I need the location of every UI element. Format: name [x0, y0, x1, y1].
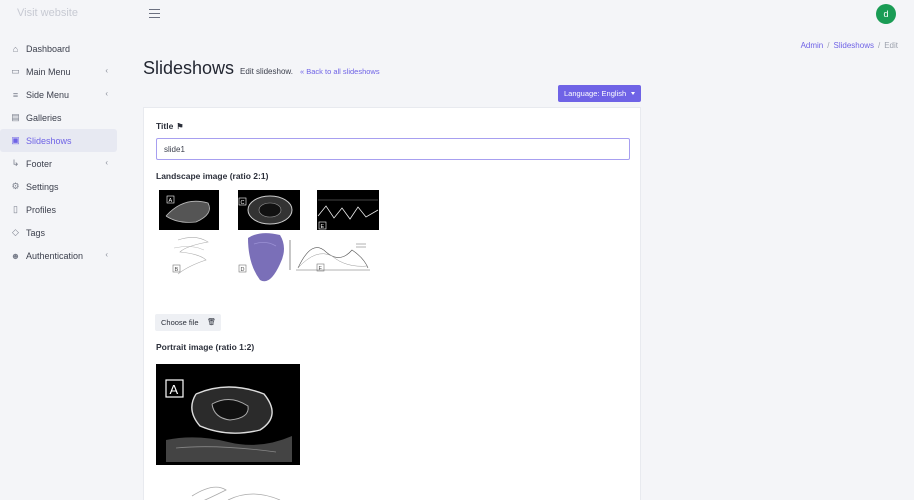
landscape-image-label: Landscape image (ratio 2:1) [156, 171, 269, 181]
sidebar-item-label: Side Menu [26, 89, 70, 100]
sidebar-item-main-menu[interactable]: ▭ Main Menu ‹ [0, 60, 117, 83]
svg-text:A: A [169, 198, 173, 204]
page-heading: Slideshows Edit slideshow. « Back to all… [143, 58, 380, 79]
flag-icon: ⚑ [176, 122, 184, 131]
breadcrumb-current: Edit [884, 41, 898, 50]
sidebar-item-label: Authentication [26, 250, 84, 261]
choose-file-label: Choose file [161, 318, 199, 327]
language-label: Language: English [564, 89, 627, 98]
svg-text:E: E [321, 224, 325, 230]
svg-text:A: A [170, 382, 179, 397]
sidebar-item-slideshows[interactable]: ▣ Slideshows [0, 129, 117, 152]
gear-icon: ⚙ [11, 181, 20, 191]
sidebar-item-galleries[interactable]: ▤ Galleries [0, 106, 117, 129]
window-icon: ▭ [11, 66, 20, 76]
svg-text:B: B [175, 267, 179, 273]
arrow-down-right-icon: ↳ [11, 158, 20, 168]
chevron-left-icon: ‹ [105, 250, 108, 259]
svg-text:D: D [241, 267, 245, 273]
edit-slideshow-form: Title ⚑ slide1 Landscape image (ratio 2:1… [143, 107, 641, 500]
visit-website-link[interactable]: Visit website [0, 0, 126, 28]
language-dropdown-button[interactable]: Language: English [558, 85, 641, 102]
tag-icon: ◇ [12, 227, 19, 237]
sidebar-item-label: Profiles [26, 204, 57, 215]
caret-down-icon [631, 92, 635, 95]
sidebar-item-label: Galleries [26, 112, 62, 123]
topbar: d [126, 0, 914, 28]
sidebar: Visit website ⌂ Dashboard ▭ Main Menu ‹ ≡ Side… [0, 0, 126, 500]
breadcrumb-slideshows[interactable]: Slideshows [834, 41, 874, 50]
home-icon: ⌂ [12, 43, 19, 54]
sidebar-item-label: Footer [26, 158, 53, 169]
svg-text:C: C [241, 200, 245, 206]
sidebar-item-label: Dashboard [26, 43, 71, 54]
choose-file-button[interactable]: Choose file 🗑 [155, 314, 221, 331]
file-icon: ▯ [13, 204, 18, 214]
hamburger-menu-icon[interactable] [149, 9, 160, 19]
title-field-label: Title ⚑ [156, 121, 184, 131]
sidebar-item-authentication[interactable]: ☻ Authentication ‹ [0, 244, 117, 267]
breadcrumb-admin[interactable]: Admin [801, 41, 824, 50]
landscape-image-preview: A C E B D F [159, 190, 379, 282]
sidebar-item-footer[interactable]: ↳ Footer ‹ [0, 152, 117, 175]
sidebar-item-settings[interactable]: ⚙ Settings [0, 175, 117, 198]
list-icon: ≡ [12, 89, 19, 100]
portrait-image-label: Portrait image (ratio 1:2) [156, 342, 255, 352]
back-link-label: Back to all slideshows [306, 67, 380, 76]
chevron-left-icon: ‹ [105, 66, 108, 75]
chevron-left-icon: ‹ [105, 89, 108, 98]
sidebar-item-label: Settings [26, 181, 59, 192]
sidebar-nav: ⌂ Dashboard ▭ Main Menu ‹ ≡ Side Menu ‹ ▤ Galleri… [0, 37, 126, 267]
portrait-image-preview: A [156, 364, 300, 500]
page-subtitle: Edit slideshow. [240, 67, 293, 76]
page-title: Slideshows [143, 58, 235, 78]
slides-icon: ▣ [11, 135, 20, 145]
trash-icon[interactable]: 🗑 [207, 318, 216, 326]
sidebar-item-tags[interactable]: ◇ Tags [0, 221, 117, 244]
chevron-left-icon: ‹ [105, 158, 108, 167]
images-icon: ▤ [11, 112, 20, 122]
sidebar-item-label: Main Menu [26, 66, 71, 77]
users-icon: ☻ [10, 250, 21, 261]
sidebar-item-label: Slideshows [26, 135, 72, 146]
sidebar-item-profiles[interactable]: ▯ Profiles [0, 198, 117, 221]
user-avatar[interactable]: d [876, 4, 896, 24]
sidebar-item-side-menu[interactable]: ≡ Side Menu ‹ [0, 83, 117, 106]
title-input[interactable]: slide1 [156, 138, 630, 160]
breadcrumb: Admin / Slideshows / Edit [800, 41, 898, 50]
sidebar-item-dashboard[interactable]: ⌂ Dashboard [0, 37, 117, 60]
back-link[interactable]: « Back to all slideshows [300, 67, 380, 76]
sidebar-item-label: Tags [26, 227, 46, 238]
double-chevron-left-icon: « [299, 67, 305, 76]
